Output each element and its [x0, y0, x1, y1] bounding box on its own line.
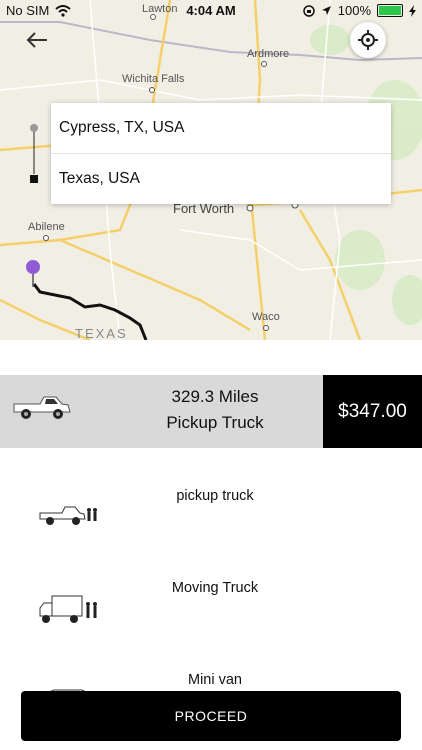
battery-percent: 100%	[337, 3, 371, 18]
back-button[interactable]	[22, 28, 52, 52]
selected-vehicle-name: Pickup Truck	[166, 413, 264, 432]
origin-pin-icon	[26, 260, 40, 274]
orientation-lock-icon	[303, 4, 315, 17]
map-label-ardmore: Ardmore	[247, 48, 289, 60]
status-bar: No SIM 4:04 AM 100%	[0, 0, 422, 22]
map-label-wichita-falls: Wichita Falls	[122, 73, 185, 85]
vehicle-option-label: Moving Truck	[171, 580, 259, 596]
vehicle-option-pickup-truck[interactable]: pickup truck	[0, 488, 422, 548]
destination-text: Texas, USA	[59, 170, 140, 187]
map-label-texas: TEXAS	[75, 326, 128, 340]
quote-price: $347.00	[323, 375, 422, 448]
back-arrow-icon	[26, 32, 47, 48]
moving-truck-icon	[39, 595, 97, 623]
origin-dot-icon	[30, 124, 38, 132]
route-indicator	[27, 122, 41, 186]
location-arrow-icon	[321, 6, 331, 15]
pickup-truck-icon	[13, 396, 71, 419]
origin-field[interactable]: Cypress, TX, USA	[51, 103, 391, 153]
map-label-abilene: Abilene	[28, 221, 65, 233]
route-card: Cypress, TX, USA Texas, USA	[51, 103, 391, 204]
destination-field[interactable]: Texas, USA	[51, 153, 391, 204]
charging-bolt-icon	[409, 4, 416, 17]
vehicle-option-label: pickup truck	[176, 488, 254, 504]
battery-icon	[377, 4, 403, 17]
my-location-button[interactable]	[350, 22, 386, 58]
proceed-button[interactable]: PROCEED	[21, 691, 401, 741]
pickup-truck-icon	[39, 506, 97, 525]
crosshair-icon	[358, 30, 378, 50]
selected-vehicle-row[interactable]: 329.3 Miles Pickup Truck $347.00	[0, 375, 422, 448]
vehicle-option-moving-truck[interactable]: Moving Truck	[0, 580, 422, 640]
destination-square-icon	[30, 175, 38, 183]
origin-text: Cypress, TX, USA	[59, 119, 185, 136]
map-label-waco: Waco	[252, 311, 280, 323]
trip-distance: 329.3 Miles	[171, 387, 259, 406]
vehicle-option-label: Mini van	[188, 672, 242, 688]
